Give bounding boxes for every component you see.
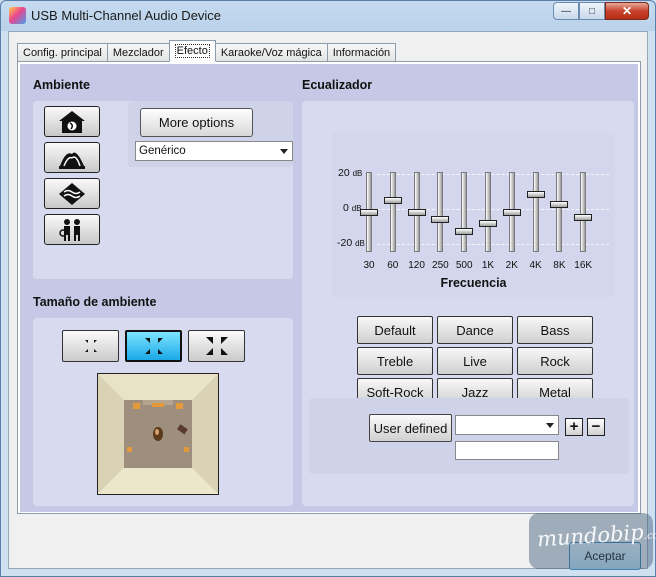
room-preview-image bbox=[98, 374, 218, 494]
room-size-box bbox=[33, 318, 293, 506]
preset-name-input[interactable] bbox=[455, 441, 559, 460]
eq-slider-16k[interactable] bbox=[573, 172, 593, 252]
equalizer-title: Ecualizador bbox=[302, 78, 373, 92]
eq-slider-1k[interactable] bbox=[478, 172, 498, 252]
env-button-opera-house[interactable] bbox=[44, 142, 100, 173]
eq-slider-thumb[interactable] bbox=[383, 197, 402, 205]
tab-informacion[interactable]: Información bbox=[326, 43, 397, 62]
eq-slider-thumb[interactable] bbox=[574, 214, 593, 222]
eq-slider-track[interactable] bbox=[461, 172, 468, 252]
client-area: Config. principal Mezclador Efecto Karao… bbox=[8, 31, 648, 569]
eq-slider-2k[interactable] bbox=[502, 172, 522, 252]
eq-slider-thumb[interactable] bbox=[407, 208, 426, 216]
env-button-underwater[interactable] bbox=[44, 178, 100, 209]
tab-strip: Config. principal Mezclador Efecto Karao… bbox=[17, 40, 397, 62]
room-size-medium-button[interactable] bbox=[125, 330, 182, 362]
room-size-large-button[interactable] bbox=[188, 330, 245, 362]
opera-house-icon bbox=[59, 152, 85, 169]
large-room-icon bbox=[205, 337, 228, 355]
tab-efecto[interactable]: Efecto bbox=[168, 40, 216, 62]
title-bar[interactable]: USB Multi-Channel Audio Device — □ ✕ bbox=[1, 1, 655, 31]
watermark-text: mundobip.com bbox=[536, 518, 656, 551]
eq-slider-thumb[interactable] bbox=[431, 216, 450, 224]
eq-slider-30[interactable] bbox=[359, 172, 379, 252]
db-top-value: 20 bbox=[338, 167, 350, 179]
eq-slider-60[interactable] bbox=[383, 172, 403, 252]
env-button-concert-hall[interactable] bbox=[44, 106, 100, 137]
eq-slider-track[interactable] bbox=[437, 172, 444, 252]
band-label: 16K bbox=[574, 260, 593, 271]
room-size-title: Tamaño de ambiente bbox=[33, 295, 157, 309]
watermark-logo: mundobip.com bbox=[529, 513, 656, 569]
environment-select[interactable]: Genérico bbox=[135, 141, 293, 161]
tab-config-principal[interactable]: Config. principal bbox=[17, 43, 108, 62]
tab-mezclador[interactable]: Mezclador bbox=[106, 43, 170, 62]
preset-button-default[interactable]: Default bbox=[357, 316, 433, 344]
eq-slider-track[interactable] bbox=[580, 172, 587, 252]
tab-efecto-label: Efecto bbox=[174, 44, 210, 58]
chevron-down-icon bbox=[546, 423, 554, 428]
maximize-button[interactable]: □ bbox=[579, 2, 605, 20]
minimize-button[interactable]: — bbox=[553, 2, 579, 20]
equalizer-box: 20 dB 0 dB -20 dB 30 60 120 250 500 1K 2K 4K 8K 1… bbox=[302, 101, 634, 506]
eq-slider-500[interactable] bbox=[454, 172, 474, 252]
environment-select-value: Genérico bbox=[139, 145, 186, 157]
user-defined-box: User defined + − bbox=[309, 398, 629, 474]
user-preset-select[interactable] bbox=[455, 415, 559, 435]
effect-panel: Ambiente More options Genérico Tamaño de… bbox=[20, 64, 638, 512]
db-mid-value: 0 bbox=[343, 202, 349, 214]
eq-slider-track[interactable] bbox=[485, 172, 491, 252]
eq-slider-thumb[interactable] bbox=[526, 191, 545, 199]
remove-preset-button[interactable]: − bbox=[587, 418, 605, 436]
eq-slider-track[interactable] bbox=[389, 172, 396, 252]
app-icon bbox=[9, 7, 26, 24]
db-bottom-value: -20 bbox=[337, 237, 353, 249]
eq-slider-120[interactable] bbox=[407, 172, 427, 252]
preset-button-treble[interactable]: Treble bbox=[357, 347, 433, 375]
room-size-small-button[interactable] bbox=[62, 330, 119, 362]
equalizer-graph: 20 dB 0 dB -20 dB 30 60 120 250 500 1K 2K 4K 8K 1… bbox=[332, 133, 615, 297]
small-room-icon bbox=[84, 340, 97, 352]
ambiente-title: Ambiente bbox=[33, 78, 90, 92]
env-button-people[interactable] bbox=[44, 214, 100, 245]
room-preview bbox=[97, 373, 219, 495]
add-preset-button[interactable]: + bbox=[565, 418, 583, 436]
chevron-down-icon bbox=[280, 149, 288, 154]
eq-slider-250[interactable] bbox=[430, 172, 450, 252]
close-button[interactable]: ✕ bbox=[605, 2, 649, 20]
underwater-icon bbox=[59, 182, 85, 205]
app-window: USB Multi-Channel Audio Device — □ ✕ Con… bbox=[0, 0, 656, 577]
window-title: USB Multi-Channel Audio Device bbox=[31, 8, 222, 23]
preset-button-rock[interactable]: Rock bbox=[517, 347, 593, 375]
eq-slider-4k[interactable] bbox=[526, 172, 546, 252]
tab-karaoke[interactable]: Karaoke/Voz mágica bbox=[214, 43, 328, 62]
frequency-axis-title: Frecuencia bbox=[440, 276, 507, 290]
window-controls: — □ ✕ bbox=[553, 2, 649, 20]
ambiente-box: More options Genérico bbox=[33, 101, 293, 279]
preset-button-bass[interactable]: Bass bbox=[517, 316, 593, 344]
eq-slider-track[interactable] bbox=[532, 172, 539, 252]
people-icon bbox=[59, 218, 80, 241]
eq-slider-8k[interactable] bbox=[549, 172, 569, 252]
effect-tab-page: Ambiente More options Genérico Tamaño de… bbox=[17, 61, 641, 514]
preset-button-live[interactable]: Live bbox=[437, 347, 513, 375]
watermark-suffix: .com bbox=[643, 529, 656, 543]
eq-slider-thumb[interactable] bbox=[360, 208, 378, 216]
user-defined-button[interactable]: User defined bbox=[369, 414, 452, 442]
eq-slider-thumb[interactable] bbox=[455, 227, 474, 235]
watermark-name: mundobip bbox=[536, 520, 645, 552]
eq-slider-thumb[interactable] bbox=[479, 219, 497, 227]
eq-slider-thumb[interactable] bbox=[550, 200, 569, 208]
preset-button-dance[interactable]: Dance bbox=[437, 316, 513, 344]
eq-slider-track[interactable] bbox=[556, 172, 563, 252]
eq-slider-thumb[interactable] bbox=[502, 208, 521, 216]
medium-room-icon bbox=[144, 338, 163, 354]
more-options-button[interactable]: More options bbox=[140, 108, 253, 137]
concert-hall-icon bbox=[59, 110, 85, 133]
